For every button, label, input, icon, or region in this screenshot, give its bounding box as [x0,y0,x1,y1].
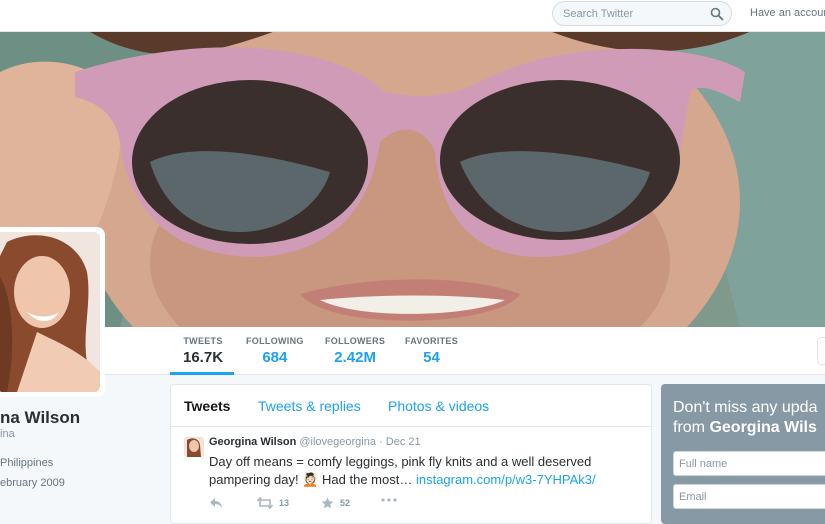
profile-banner [0,32,825,327]
tab-photos-videos[interactable]: Photos & videos [388,398,489,414]
tweet-separator: · [379,436,383,448]
reply-icon [210,498,222,508]
tweet-actions: 13 52 [209,497,629,513]
profile-handle[interactable]: ina [0,428,15,440]
signup-title-prefix: from [673,419,705,436]
search-input[interactable]: Search Twitter [563,8,633,20]
stat-value: 54 [423,349,440,366]
signup-title-name: Georgina Wils [709,419,817,436]
full-name-field[interactable]: Full name [673,451,825,476]
active-tab-indicator [170,372,234,375]
stat-followers[interactable]: FOLLOWERS 2.42M [325,336,385,366]
follow-button[interactable] [817,337,825,365]
profile-join-date: ebruary 2009 [0,477,65,489]
tab-tweets-replies[interactable]: Tweets & replies [258,398,361,414]
stat-value: 2.42M [334,349,376,366]
tab-tweets[interactable]: Tweets [184,398,230,414]
retweet-button[interactable]: 13 [257,497,289,509]
tweet-link[interactable]: instagram.com/p/w3-7YHPAk3/ [416,472,596,487]
profile-location: Philippines [0,457,54,469]
stat-label: TWEETS [183,336,223,346]
tweet-author-name[interactable]: Georgina Wilson [209,436,296,448]
stat-label: FOLLOWING [246,336,304,346]
search-icon[interactable] [710,7,724,21]
signup-title-line2: from Georgina Wils [673,418,817,438]
avatar[interactable] [0,227,105,397]
retweet-count: 13 [279,498,290,508]
tweet-avatar[interactable] [184,437,204,457]
favorite-count: 52 [340,498,351,508]
signup-card: Don't miss any upda from Georgina Wils F… [661,384,825,524]
tweet-author-handle[interactable]: @ilovegeorgina [299,436,376,448]
search-box[interactable]: Search Twitter [552,1,732,26]
profile-nav: TWEETS 16.7K FOLLOWING 684 FOLLOWERS 2.4… [0,327,825,375]
email-field[interactable]: Email [673,484,825,509]
profile-name: na Wilson [0,408,81,427]
signup-title-line1: Don't miss any upda [673,399,818,416]
banner-photo [0,32,825,327]
tweet-text: Day off means = comfy leggings, pink fly… [209,453,639,489]
more-icon [381,498,397,502]
tweet-date[interactable]: Dec 21 [386,436,421,448]
stat-value: 684 [262,349,288,366]
retweet-icon [257,497,273,509]
reply-button[interactable] [209,497,223,509]
top-bar: Search Twitter Have an account? [0,0,825,32]
tweet-avatar-photo [184,437,204,457]
stat-label: FOLLOWERS [325,336,386,346]
favorite-button[interactable]: 52 [321,497,350,509]
star-icon [321,497,334,509]
stat-following[interactable]: FOLLOWING 684 [246,336,304,366]
stat-value: 16.7K [183,349,224,366]
stat-label: FAVORITES [405,336,459,346]
timeline-tabs: Tweets Tweets & replies Photos & videos [171,385,651,427]
have-account-link[interactable]: Have an account? [750,7,825,19]
more-button[interactable] [381,497,397,503]
tweet-header: Georgina Wilson @ilovegeorgina · Dec 21 [209,436,421,448]
stat-favorites[interactable]: FAVORITES 54 [405,336,458,366]
avatar-image [0,232,100,392]
avatar-photo [0,232,100,392]
signup-title: Don't miss any upda from Georgina Wils [673,398,817,438]
timeline: Tweets Tweets & replies Photos & videos … [170,384,652,524]
stat-tweets[interactable]: TWEETS 16.7K [183,336,223,366]
